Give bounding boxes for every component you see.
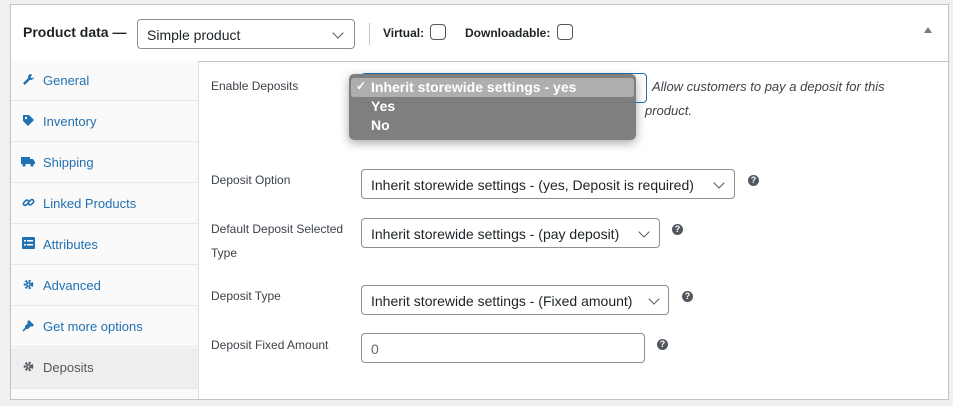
tab-linked-products[interactable]: Linked Products (11, 184, 198, 224)
downloadable-label: Downloadable: (465, 26, 551, 40)
tab-shipping-label: Shipping (43, 155, 94, 170)
chevron-down-icon (648, 293, 660, 305)
plugin-icon (21, 319, 35, 333)
tab-advanced[interactable]: Advanced (11, 266, 198, 306)
product-type-value: Simple product (147, 27, 241, 43)
enable-deposits-description-line-2: product. (645, 103, 692, 118)
downloadable-checkbox[interactable] (557, 24, 573, 40)
chevron-down-icon (713, 177, 725, 189)
collapse-toggle-icon[interactable] (924, 27, 932, 33)
tab-get-more-options[interactable]: Get more options (11, 307, 198, 347)
tab-general-label: General (43, 73, 90, 88)
help-icon[interactable]: ? (657, 339, 668, 350)
truck-icon (21, 155, 35, 169)
tab-general[interactable]: General (11, 61, 198, 101)
deposit-fixed-amount-label: Deposit Fixed Amount (211, 338, 329, 352)
deposit-type-value: Inherit storewide settings - (Fixed amou… (371, 293, 633, 309)
wrench-icon (21, 73, 35, 87)
link-icon (21, 196, 35, 210)
help-icon[interactable]: ? (682, 291, 693, 302)
deposit-option-label: Deposit Option (211, 173, 291, 187)
gear-icon (21, 278, 35, 292)
deposit-option-select[interactable]: Inherit storewide settings - (yes, Depos… (361, 169, 735, 199)
deposit-type-label: Deposit Type (211, 289, 281, 303)
default-selected-type-label-line-1: Default Deposit Selected (211, 222, 344, 236)
virtual-label: Virtual: (383, 26, 425, 40)
list-icon (21, 237, 35, 251)
deposit-fixed-amount-value: 0 (371, 341, 379, 357)
tab-deposits[interactable]: Deposits (11, 348, 198, 389)
dropdown-option-yes[interactable]: Yes (351, 97, 634, 116)
enable-deposits-description-line-1: Allow customers to pay a deposit for thi… (652, 79, 885, 94)
dropdown-option-inherit[interactable]: ✓ Inherit storewide settings - yes (351, 78, 634, 97)
chevron-down-icon (332, 27, 344, 39)
default-selected-type-select[interactable]: Inherit storewide settings - (pay deposi… (361, 218, 660, 248)
product-data-panel: Product data — Simple product Virtual: D… (10, 4, 949, 400)
tab-inventory[interactable]: Inventory (11, 102, 198, 142)
tab-deposits-label: Deposits (43, 360, 94, 375)
enable-deposits-description-2: product. (645, 99, 692, 123)
product-type-select[interactable]: Simple product (137, 19, 355, 49)
dropdown-option-yes-label: Yes (371, 98, 396, 114)
default-selected-type-value: Inherit storewide settings - (pay deposi… (371, 226, 620, 242)
product-data-tabs: General Inventory Shipping Linked Produc… (11, 61, 199, 399)
tab-shipping[interactable]: Shipping (11, 143, 198, 183)
panel-title: Product data — (23, 24, 127, 40)
deposit-type-select[interactable]: Inherit storewide settings - (Fixed amou… (361, 285, 669, 315)
tab-attributes[interactable]: Attributes (11, 225, 198, 265)
enable-deposits-dropdown: ✓ Inherit storewide settings - yes Yes N… (349, 74, 636, 140)
enable-deposits-label: Enable Deposits (211, 79, 299, 93)
help-icon[interactable]: ? (748, 175, 759, 186)
deposit-fixed-amount-input[interactable]: 0 (361, 333, 645, 363)
default-selected-type-label-line-2: Type (211, 246, 238, 260)
tab-linked-products-label: Linked Products (43, 196, 137, 211)
virtual-checkbox[interactable] (430, 24, 446, 40)
gear-icon (21, 360, 35, 374)
dropdown-option-no[interactable]: No (351, 116, 634, 135)
tab-get-more-options-label: Get more options (43, 319, 143, 334)
deposit-option-value: Inherit storewide settings - (yes, Depos… (371, 177, 694, 193)
default-selected-type-label: Default Deposit Selected Type (211, 217, 343, 265)
dropdown-option-inherit-label: Inherit storewide settings - yes (371, 79, 577, 95)
checkmark-icon: ✓ (356, 79, 367, 93)
tab-advanced-label: Advanced (43, 278, 101, 293)
tab-attributes-label: Attributes (43, 237, 98, 252)
chevron-down-icon (638, 226, 650, 238)
panel-header: Product data — Simple product Virtual: D… (11, 5, 948, 62)
dropdown-option-no-label: No (371, 117, 390, 133)
enable-deposits-description: Allow customers to pay a deposit for thi… (652, 75, 885, 99)
header-divider (369, 23, 370, 45)
help-icon[interactable]: ? (672, 224, 683, 235)
tab-inventory-label: Inventory (43, 114, 97, 129)
tag-icon (21, 114, 35, 128)
